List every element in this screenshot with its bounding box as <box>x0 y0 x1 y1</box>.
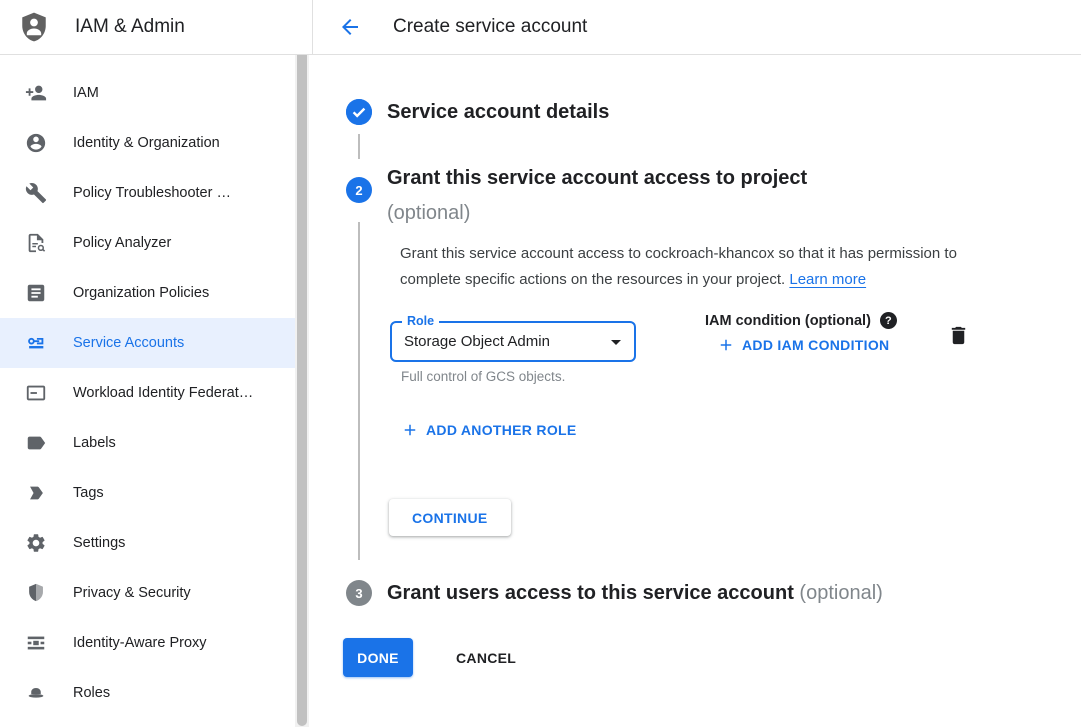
id-card-icon <box>24 381 48 405</box>
sidebar-item-service-accounts[interactable]: Service Accounts <box>0 318 296 368</box>
sidebar-scrollbar-thumb[interactable] <box>297 45 307 726</box>
sidebar-item-iam[interactable]: IAM <box>0 68 296 118</box>
role-select-label: Role <box>402 314 439 329</box>
sidebar-scrollbar-track[interactable] <box>295 44 309 727</box>
label-tag-icon <box>24 431 48 455</box>
arrow-back-icon[interactable] <box>336 13 364 41</box>
step3-title: Grant users access to this service accou… <box>387 576 883 611</box>
step3-title-text: Grant users access to this service accou… <box>387 582 794 604</box>
sidebar-item-roles[interactable]: Roles <box>0 668 296 718</box>
role-select[interactable]: Role Storage Object Admin <box>390 321 636 362</box>
step-connector <box>358 222 360 560</box>
service-account-key-icon <box>24 331 48 355</box>
add-another-role-button[interactable]: ADD ANOTHER ROLE <box>401 421 577 439</box>
sidebar-item-label: Identity-Aware Proxy <box>73 635 207 651</box>
sidebar: IAM Identity & Organization Policy Troub… <box>0 56 313 727</box>
sidebar-item-label: Identity & Organization <box>73 135 220 151</box>
sidebar-item-workload-identity-federation[interactable]: Workload Identity Federat… <box>0 368 296 418</box>
top-bar: IAM & Admin Create service account <box>0 0 1081 55</box>
sidebar-item-label: Settings <box>73 535 125 551</box>
shield-person-icon <box>18 7 52 47</box>
cancel-button[interactable]: CANCEL <box>444 638 528 677</box>
sidebar-item-label: Privacy & Security <box>73 585 191 601</box>
person-add-icon <box>24 81 48 105</box>
document-gear-icon <box>24 231 48 255</box>
step2-number-badge: 2 <box>346 177 372 203</box>
sidebar-item-label: Workload Identity Federat… <box>73 385 253 401</box>
delete-role-button[interactable] <box>945 322 971 348</box>
sidebar-item-labels[interactable]: Labels <box>0 418 296 468</box>
dropdown-arrow-icon <box>604 330 628 354</box>
gcp-console-window: IAM & Admin Create service account IAM I… <box>0 0 1081 727</box>
sidebar-item-identity-aware-proxy[interactable]: Identity-Aware Proxy <box>0 618 296 668</box>
sidebar-item-policy-analyzer[interactable]: Policy Analyzer <box>0 218 296 268</box>
sidebar-item-privacy-security[interactable]: Privacy & Security <box>0 568 296 618</box>
account-circle-icon <box>24 131 48 155</box>
product-title: IAM & Admin <box>75 16 185 38</box>
page-header: Create service account <box>313 0 1081 54</box>
tag-arrow-icon <box>24 481 48 505</box>
firewall-icon <box>24 631 48 655</box>
iam-condition-label: IAM condition (optional) ? <box>705 312 897 329</box>
role-helper-text: Full control of GCS objects. <box>401 369 565 384</box>
help-icon[interactable]: ? <box>880 312 897 329</box>
step3-number-badge: 3 <box>346 580 372 606</box>
step2-description: Grant this service account access to coc… <box>400 241 1000 293</box>
product-header: IAM & Admin <box>0 0 313 54</box>
sidebar-item-organization-policies[interactable]: Organization Policies <box>0 268 296 318</box>
sidebar-item-label: Labels <box>73 435 116 451</box>
step2-title-text: Grant this service account access to pro… <box>387 167 807 189</box>
step1-check-circle-icon <box>346 99 372 125</box>
sidebar-item-label: IAM <box>73 85 99 101</box>
sidebar-item-label: Roles <box>73 685 110 701</box>
step2-optional-label: (optional) <box>387 202 470 224</box>
trash-icon <box>947 324 970 347</box>
sidebar-item-label: Service Accounts <box>73 335 184 351</box>
step1-title: Service account details <box>387 95 609 130</box>
sidebar-item-label: Organization Policies <box>73 285 209 301</box>
plus-icon <box>717 336 735 354</box>
sidebar-item-label: Tags <box>73 485 104 501</box>
document-lines-icon <box>24 281 48 305</box>
hat-icon <box>24 681 48 705</box>
sidebar-item-policy-troubleshooter[interactable]: Policy Troubleshooter … <box>0 168 296 218</box>
wrench-icon <box>24 181 48 205</box>
sidebar-item-settings[interactable]: Settings <box>0 518 296 568</box>
role-select-value: Storage Object Admin <box>404 333 604 350</box>
sidebar-item-label: Policy Analyzer <box>73 235 171 251</box>
add-iam-condition-button[interactable]: ADD IAM CONDITION <box>717 336 889 354</box>
page-title: Create service account <box>393 16 587 38</box>
gear-icon <box>24 531 48 555</box>
done-button[interactable]: DONE <box>343 638 413 677</box>
step-connector <box>358 134 360 159</box>
continue-button[interactable]: CONTINUE <box>389 499 511 536</box>
create-service-account-form: Service account details 2 Grant this ser… <box>313 55 1081 727</box>
step2-title: Grant this service account access to pro… <box>387 161 807 231</box>
shield-icon <box>24 581 48 605</box>
sidebar-item-tags[interactable]: Tags <box>0 468 296 518</box>
sidebar-item-label: Policy Troubleshooter … <box>73 185 231 201</box>
learn-more-link[interactable]: Learn more <box>789 271 866 288</box>
sidebar-item-identity-organization[interactable]: Identity & Organization <box>0 118 296 168</box>
step3-optional-label: (optional) <box>799 582 882 604</box>
plus-icon <box>401 421 419 439</box>
